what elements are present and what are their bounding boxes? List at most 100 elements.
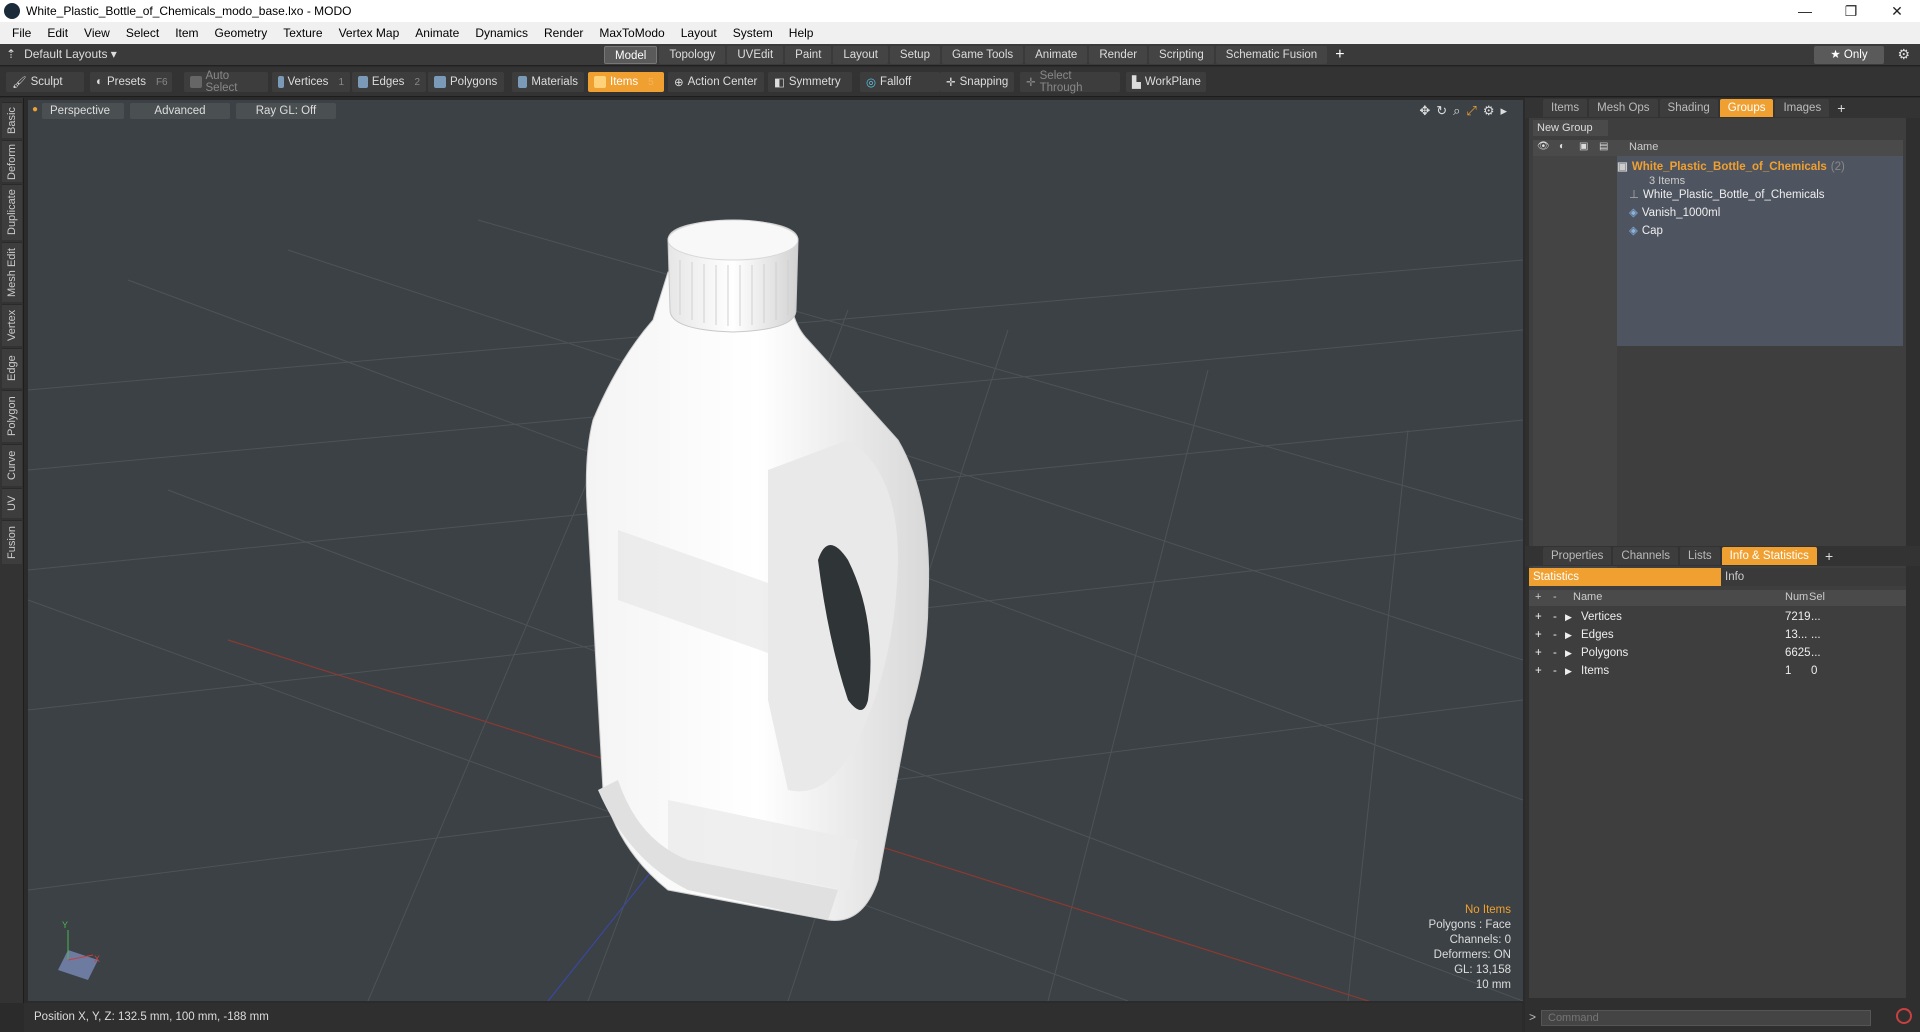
tab-schematic-fusion[interactable]: Schematic Fusion [1215, 46, 1328, 64]
vtab-uv[interactable]: UV [2, 488, 22, 518]
tab-images[interactable]: Images [1775, 99, 1830, 117]
layout-arrow-icon[interactable]: ⇡ [6, 47, 16, 61]
expand-arrow-icon[interactable]: ▶ [1565, 608, 1572, 626]
presets-button[interactable]: ◐ Presets F6 [90, 72, 172, 92]
stat-row-edges[interactable]: + - ▶ Edges 13... ... [1529, 626, 1906, 644]
stat-row-vertices[interactable]: + - ▶ Vertices 7219 ... [1529, 608, 1906, 626]
menu-system[interactable]: System [725, 26, 781, 40]
tab-setup[interactable]: Setup [889, 46, 940, 64]
menu-render[interactable]: Render [536, 26, 591, 40]
auto-select-button[interactable]: Auto Select [184, 70, 268, 94]
menu-animate[interactable]: Animate [407, 26, 467, 40]
vtab-fusion[interactable]: Fusion [2, 520, 22, 564]
subtab-info[interactable]: Info [1721, 568, 1906, 586]
menu-maxtomodo[interactable]: MaxToModo [591, 26, 672, 40]
viewport-menu-icon[interactable]: ▸ [1500, 103, 1507, 119]
vtab-basic[interactable]: Basic [2, 102, 22, 138]
vtab-mesh-edit[interactable]: Mesh Edit [2, 242, 22, 302]
tab-topology[interactable]: Topology [659, 46, 726, 64]
select-through-button[interactable]: ✛ Select Through [1020, 70, 1120, 94]
vtab-deform[interactable]: Deform [2, 140, 22, 182]
menu-vertex-map[interactable]: Vertex Map [331, 26, 408, 40]
menu-edit[interactable]: Edit [39, 26, 76, 40]
add-props-tab-button[interactable]: + [1819, 548, 1839, 564]
new-group-button[interactable]: New Group [1533, 120, 1608, 136]
falloff-button[interactable]: ◎ Falloff [860, 72, 940, 92]
vtab-curve[interactable]: Curve [2, 444, 22, 486]
items-button[interactable]: Items 5 [588, 72, 664, 92]
menu-texture[interactable]: Texture [275, 26, 330, 40]
tree-item-vanish[interactable]: ◈ Vanish_1000ml [1629, 204, 1720, 222]
tab-channels[interactable]: Channels [1613, 547, 1679, 565]
tab-uvedit[interactable]: UVEdit [727, 46, 784, 64]
3d-viewport[interactable]: Y X ● Perspective Advanced Ray GL: Off ✥… [28, 100, 1523, 1001]
tree-item-cap[interactable]: ◈ Cap [1629, 222, 1663, 240]
action-center-button[interactable]: ⊕ Action Center [668, 72, 764, 92]
add-tab-button[interactable]: + [1329, 46, 1350, 64]
fit-view-icon[interactable]: ⤢ [1466, 103, 1476, 119]
bottle-model[interactable] [585, 219, 930, 921]
expand-arrow-icon[interactable]: ▶ [1565, 626, 1572, 644]
command-input[interactable] [1541, 1010, 1871, 1026]
tab-animate[interactable]: Animate [1025, 46, 1088, 64]
advanced-dropdown[interactable]: Advanced [130, 103, 230, 119]
tree-item-mesh-group[interactable]: ⊥ White_Plastic_Bottle_of_Chemicals [1629, 186, 1825, 204]
close-button[interactable]: ✕ [1874, 0, 1920, 22]
tab-lists[interactable]: Lists [1680, 547, 1720, 565]
add-icon[interactable]: + [1535, 626, 1542, 644]
polygons-button[interactable]: Polygons [428, 72, 504, 92]
add-icon[interactable]: + [1535, 608, 1542, 626]
tab-groups[interactable]: Groups [1719, 99, 1774, 117]
snapping-button[interactable]: ✛ Snapping [940, 72, 1014, 92]
add-icon[interactable]: + [1535, 644, 1542, 662]
sculpt-button[interactable]: 🖌 Sculpt [6, 72, 84, 92]
minimize-button[interactable]: — [1782, 0, 1828, 22]
tab-game-tools[interactable]: Game Tools [941, 46, 1024, 64]
menu-select[interactable]: Select [118, 26, 167, 40]
menu-view[interactable]: View [76, 26, 118, 40]
tab-paint[interactable]: Paint [785, 46, 832, 64]
expand-arrow-icon[interactable]: ▶ [1565, 662, 1572, 680]
menu-item[interactable]: Item [167, 26, 206, 40]
viewport-settings-icon[interactable]: ⚙ [1483, 103, 1495, 119]
stat-row-polygons[interactable]: + - ▶ Polygons 6625 ... [1529, 644, 1906, 662]
perspective-dropdown[interactable]: Perspective [42, 103, 124, 119]
tab-mesh-ops[interactable]: Mesh Ops [1589, 99, 1658, 117]
remove-icon[interactable]: - [1553, 644, 1557, 662]
gear-icon[interactable]: ⚙ [1897, 46, 1910, 63]
menu-dynamics[interactable]: Dynamics [467, 26, 536, 40]
materials-button[interactable]: Materials [512, 72, 584, 92]
stat-row-items[interactable]: + - ▶ Items 1 0 [1529, 662, 1906, 680]
vertices-button[interactable]: Vertices 1 [272, 72, 350, 92]
tab-properties[interactable]: Properties [1543, 547, 1612, 565]
add-panel-tab-button[interactable]: + [1831, 100, 1851, 116]
tab-info-statistics[interactable]: Info & Statistics [1721, 547, 1817, 565]
record-icon[interactable] [1896, 1008, 1912, 1024]
vtab-edge[interactable]: Edge [2, 348, 22, 388]
tab-items[interactable]: Items [1543, 99, 1588, 117]
rotate-view-icon[interactable]: ↻ [1436, 103, 1447, 119]
expand-arrow-icon[interactable]: ▶ [1565, 644, 1572, 662]
tab-render[interactable]: Render [1089, 46, 1148, 64]
vtab-vertex[interactable]: Vertex [2, 304, 22, 346]
tab-model[interactable]: Model [604, 46, 658, 64]
raygl-dropdown[interactable]: Ray GL: Off [236, 103, 336, 119]
menu-geometry[interactable]: Geometry [207, 26, 276, 40]
collapse-all-icon[interactable]: - [1553, 591, 1557, 603]
vtab-polygon[interactable]: Polygon [2, 390, 22, 442]
menu-layout[interactable]: Layout [673, 26, 725, 40]
remove-icon[interactable]: - [1553, 626, 1557, 644]
menu-help[interactable]: Help [781, 26, 822, 40]
expand-all-icon[interactable]: + [1535, 591, 1541, 603]
edges-button[interactable]: Edges 2 [352, 72, 426, 92]
symmetry-button[interactable]: ◧ Symmetry [768, 72, 852, 92]
remove-icon[interactable]: - [1553, 608, 1557, 626]
zoom-view-icon[interactable]: ⌕ [1453, 103, 1460, 119]
workplane-button[interactable]: ▙ WorkPlane [1126, 72, 1206, 92]
add-icon[interactable]: + [1535, 662, 1542, 680]
menu-file[interactable]: File [4, 26, 39, 40]
remove-icon[interactable]: - [1553, 662, 1557, 680]
tab-scripting[interactable]: Scripting [1149, 46, 1214, 64]
move-view-icon[interactable]: ✥ [1419, 103, 1430, 119]
tab-layout[interactable]: Layout [833, 46, 888, 64]
